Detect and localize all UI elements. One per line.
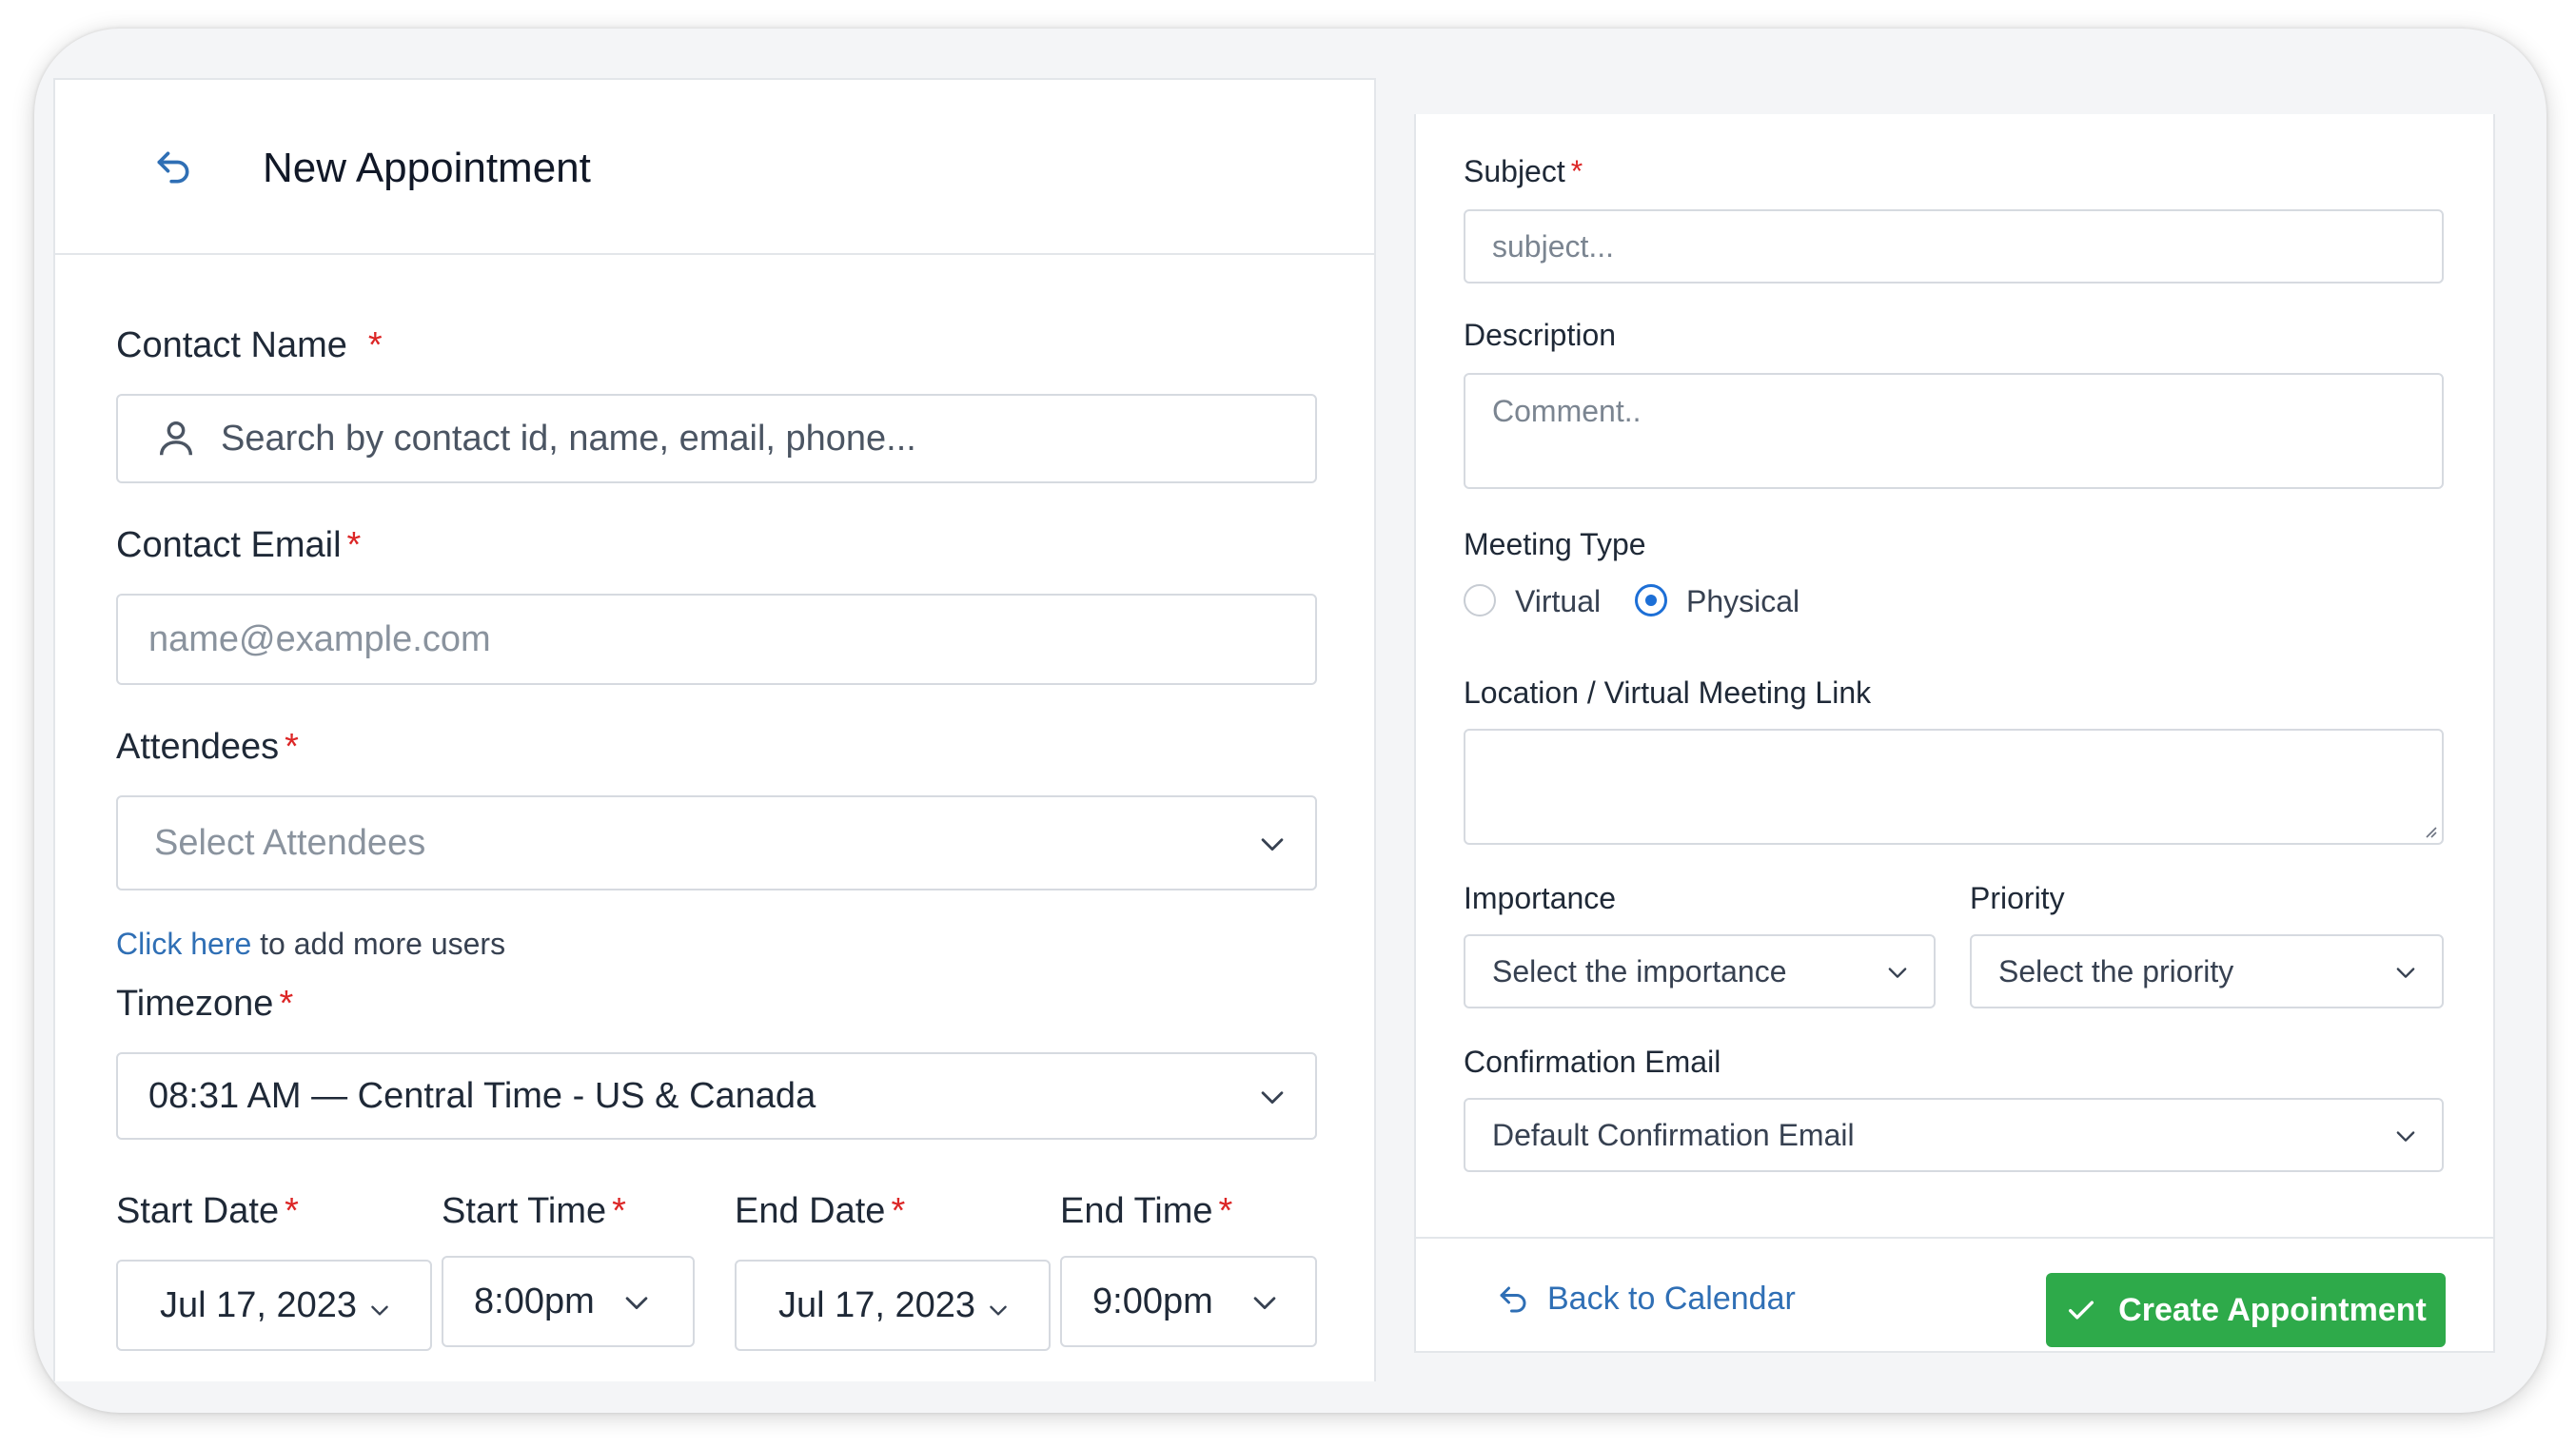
contact-name-search-input[interactable]: Search by contact id, name, email, phone… [116,394,1317,483]
add-users-help: Click here to add more users [116,927,506,961]
confirmation-email-select[interactable]: Default Confirmation Email [1464,1098,2444,1172]
app-window: New Appointment Contact Name * Search by … [34,29,2547,1413]
start-time-label: Start Time * [442,1191,626,1231]
back-to-calendar-link[interactable]: Back to Calendar [1496,1281,1796,1318]
contact-email-label: Contact Email * [116,525,362,565]
description-label: Description [1464,318,1617,352]
chevron-down-icon [1253,1297,1276,1310]
importance-label: Importance [1464,881,1617,915]
start-date-picker[interactable]: Jul 17, 2023 [116,1260,432,1351]
description-textarea[interactable]: Comment.. [1464,373,2444,489]
end-time-label: End Time * [1060,1191,1233,1231]
subject-label: Subject * [1464,154,1583,188]
chevron-down-icon [1261,1091,1284,1105]
footer-divider [1416,1237,2493,1239]
resize-handle-icon[interactable] [2419,820,2438,839]
end-time-select[interactable]: 9:00pm [1060,1256,1317,1347]
appointment-details-panel: New Appointment Contact Name * Search by … [53,78,1376,1381]
check-icon [2069,1301,2094,1320]
user-icon [159,421,193,456]
virtual-radio[interactable] [1464,584,1496,616]
contact-email-input[interactable]: name@example.com [116,594,1317,685]
end-date-label: End Date * [735,1191,906,1231]
back-arrow-icon[interactable] [152,147,194,188]
physical-radio[interactable] [1635,584,1667,616]
priority-select[interactable]: Select the priority [1970,934,2444,1008]
back-arrow-icon [1500,1286,1526,1312]
subject-input[interactable]: subject... [1464,209,2444,284]
contact-name-label: Contact Name * [116,325,383,365]
chevron-down-icon [625,1297,648,1310]
page-title: New Appointment [263,145,591,191]
location-textarea[interactable] [1464,729,2444,845]
importance-select[interactable]: Select the importance [1464,934,1936,1008]
timezone-label: Timezone * [116,984,294,1024]
click-here-link[interactable]: Click here [116,927,251,961]
attendees-select[interactable]: Select Attendees [116,795,1317,890]
chevron-down-icon [2396,1131,2415,1142]
physical-radio-label: Physical [1686,584,1800,618]
chevron-down-icon [371,1305,388,1316]
confirmation-email-label: Confirmation Email [1464,1045,1721,1079]
create-appointment-button[interactable]: Create Appointment [2046,1273,2446,1347]
start-time-select[interactable]: 8:00pm [442,1256,695,1347]
end-date-picker[interactable]: Jul 17, 2023 [735,1260,1051,1351]
appointment-options-panel: Subject * subject... Description Comment.… [1414,114,2495,1353]
chevron-down-icon [1261,838,1284,851]
panel-header: New Appointment [55,80,1374,255]
attendees-label: Attendees * [116,727,299,767]
start-date-label: Start Date * [116,1191,299,1231]
chevron-down-icon [990,1305,1007,1316]
location-label: Location / Virtual Meeting Link [1464,675,1872,710]
meeting-type-label: Meeting Type [1464,527,1646,561]
timezone-select[interactable]: 08:31 AM — Central Time - US & Canada [116,1052,1317,1140]
priority-label: Priority [1970,881,2065,915]
virtual-radio-label: Virtual [1515,584,1602,618]
chevron-down-icon [1888,968,1907,978]
chevron-down-icon [2396,968,2415,978]
